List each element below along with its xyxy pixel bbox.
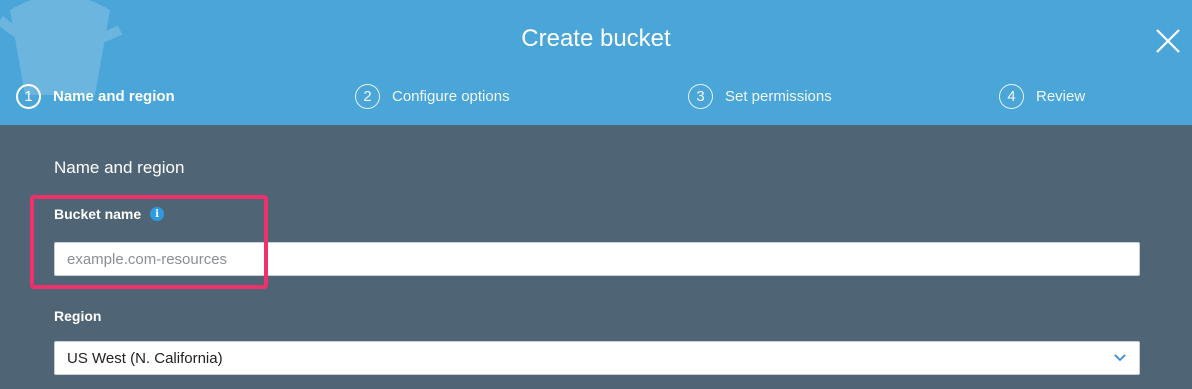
dialog-title: Create bucket <box>521 25 671 52</box>
bucket-name-label: Bucket name <box>54 206 142 222</box>
step-label: Review <box>1036 87 1086 105</box>
step-number: 1 <box>16 83 41 109</box>
bucket-name-label-row: Bucket name i <box>54 206 165 222</box>
chevron-down-icon <box>1114 354 1126 362</box>
info-icon[interactable]: i <box>150 207 165 221</box>
region-selected-value: US West (N. California) <box>67 349 223 367</box>
section-title: Name and region <box>54 158 185 177</box>
step-number: 3 <box>688 83 713 109</box>
step-label: Set permissions <box>725 87 832 105</box>
step-review[interactable]: 4 Review <box>999 82 1085 110</box>
step-number: 2 <box>355 83 380 109</box>
bucket-name-input[interactable] <box>54 242 1140 276</box>
step-name-and-region[interactable]: 1 Name and region <box>16 82 175 110</box>
region-label: Region <box>54 308 102 324</box>
dialog-header: Create bucket 1 Name and region 2 Config… <box>0 0 1192 125</box>
step-configure-options[interactable]: 2 Configure options <box>355 82 510 110</box>
step-number: 4 <box>999 83 1024 109</box>
step-label: Configure options <box>392 87 510 105</box>
region-select[interactable]: US West (N. California) <box>54 341 1140 375</box>
close-icon[interactable] <box>1154 27 1182 55</box>
step-set-permissions[interactable]: 3 Set permissions <box>688 82 832 110</box>
step-label: Name and region <box>53 87 175 105</box>
